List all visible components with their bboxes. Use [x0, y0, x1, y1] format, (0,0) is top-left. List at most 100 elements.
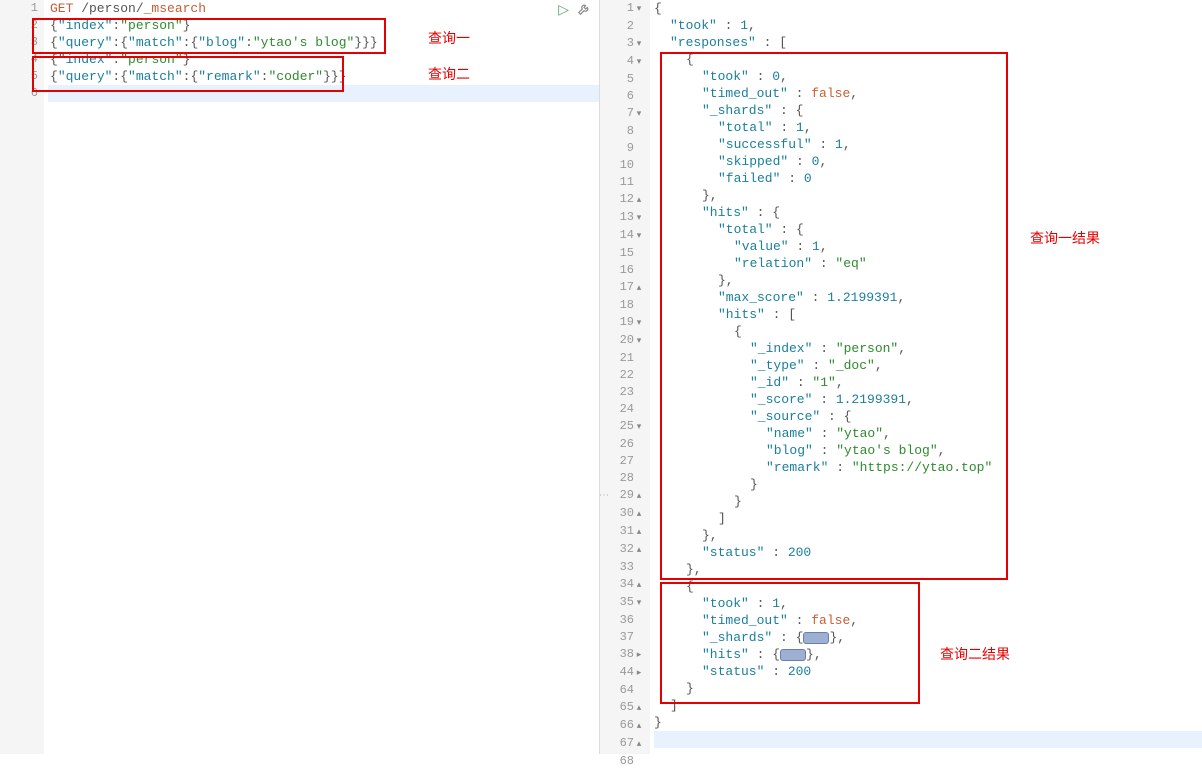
code-line[interactable]: },	[654, 527, 1202, 544]
code-line[interactable]: "took" : 0,	[654, 68, 1202, 85]
line-number: 28	[600, 470, 644, 487]
line-number: 6	[0, 85, 38, 102]
code-line[interactable]: }	[654, 680, 1202, 697]
code-line[interactable]: "_shards" : {	[654, 102, 1202, 119]
code-line[interactable]: "successful" : 1,	[654, 136, 1202, 153]
code-line[interactable]: "took" : 1,	[654, 595, 1202, 612]
code-line[interactable]: "status" : 200	[654, 663, 1202, 680]
code-line[interactable]: "hits" : {},	[654, 646, 1202, 663]
request-code-area[interactable]: GET /person/_msearch{"index":"person"}{"…	[44, 0, 599, 754]
code-line[interactable]: {	[654, 0, 1202, 17]
pane-divider-dots-icon[interactable]: ⋮	[597, 490, 608, 500]
line-number: 2	[0, 17, 38, 34]
line-number: 67▴	[600, 735, 644, 753]
fold-toggle-icon[interactable]: ▴	[634, 524, 644, 541]
code-line[interactable]: "_index" : "person",	[654, 340, 1202, 357]
response-editor-pane: ⋮ 1▾23▾4▾567▾89101112▴13▾14▾151617▴1819▾…	[600, 0, 1202, 754]
code-line[interactable]: "took" : 1,	[654, 17, 1202, 34]
code-line[interactable]: {"query":{"match":{"remark":"coder"}}}	[48, 68, 599, 85]
request-editor-pane: ▷ 123456 GET /person/_msearch{"index":"p…	[0, 0, 600, 754]
line-number: 24	[600, 401, 644, 418]
fold-toggle-icon[interactable]: ▾	[634, 36, 644, 53]
line-number: 66▴	[600, 717, 644, 735]
line-number: 1▾	[600, 0, 644, 18]
code-line[interactable]: {"index":"person"}	[48, 51, 599, 68]
fold-toggle-icon[interactable]: ▴	[634, 736, 644, 753]
fold-toggle-icon[interactable]: ▴	[634, 488, 644, 505]
fold-toggle-icon[interactable]: ▾	[634, 595, 644, 612]
line-number: 20▾	[600, 332, 644, 350]
response-code-area[interactable]: {"took" : 1,"responses" : [{"took" : 0,"…	[650, 0, 1202, 754]
line-number: 8	[600, 123, 644, 140]
fold-toggle-icon[interactable]: ▸	[634, 647, 644, 664]
collapsed-indicator-icon[interactable]	[780, 649, 806, 661]
code-line[interactable]: "_shards" : {},	[654, 629, 1202, 646]
code-line[interactable]: "blog" : "ytao's blog",	[654, 442, 1202, 459]
fold-toggle-icon[interactable]: ▴	[634, 506, 644, 523]
code-line[interactable]: },	[654, 272, 1202, 289]
annotation-label-query1: 查询一	[428, 28, 470, 48]
code-line[interactable]: "name" : "ytao",	[654, 425, 1202, 442]
line-number: 21	[600, 350, 644, 367]
fold-toggle-icon[interactable]: ▾	[634, 106, 644, 123]
annotation-label-result1: 查询一结果	[1030, 228, 1100, 248]
code-line[interactable]	[654, 731, 1202, 748]
collapsed-indicator-icon[interactable]	[803, 632, 829, 644]
code-line[interactable]: }	[654, 493, 1202, 510]
code-line[interactable]: "failed" : 0	[654, 170, 1202, 187]
code-line[interactable]: },	[654, 187, 1202, 204]
fold-toggle-icon[interactable]: ▴	[634, 577, 644, 594]
line-number: 11	[600, 174, 644, 191]
code-line[interactable]: "_type" : "_doc",	[654, 357, 1202, 374]
code-line[interactable]	[48, 85, 599, 102]
line-number: 4	[0, 51, 38, 68]
fold-toggle-icon[interactable]: ▾	[634, 315, 644, 332]
line-number: 14▾	[600, 227, 644, 245]
code-line[interactable]: ]	[654, 510, 1202, 527]
code-line[interactable]: "_source" : {	[654, 408, 1202, 425]
fold-toggle-icon[interactable]: ▾	[634, 210, 644, 227]
line-number: 31▴	[600, 523, 644, 541]
line-number: 26	[600, 436, 644, 453]
code-line[interactable]: "hits" : {	[654, 204, 1202, 221]
code-line[interactable]: "remark" : "https://ytao.top"	[654, 459, 1202, 476]
code-line[interactable]: "responses" : [	[654, 34, 1202, 51]
code-line[interactable]: {	[654, 51, 1202, 68]
code-line[interactable]: {"query":{"match":{"blog":"ytao's blog"}…	[48, 34, 599, 51]
fold-toggle-icon[interactable]: ▸	[634, 665, 644, 682]
fold-toggle-icon[interactable]: ▴	[634, 280, 644, 297]
code-line[interactable]: }	[654, 714, 1202, 731]
code-line[interactable]: {	[654, 578, 1202, 595]
code-line[interactable]: "total" : 1,	[654, 119, 1202, 136]
code-line[interactable]: "_score" : 1.2199391,	[654, 391, 1202, 408]
code-line[interactable]: "relation" : "eq"	[654, 255, 1202, 272]
code-line[interactable]: },	[654, 561, 1202, 578]
annotation-label-query2: 查询二	[428, 64, 470, 84]
fold-toggle-icon[interactable]: ▴	[634, 700, 644, 717]
code-line[interactable]: "max_score" : 1.2199391,	[654, 289, 1202, 306]
code-line[interactable]: "skipped" : 0,	[654, 153, 1202, 170]
code-line[interactable]: "value" : 1,	[654, 238, 1202, 255]
code-line[interactable]: "timed_out" : false,	[654, 85, 1202, 102]
code-line[interactable]: "hits" : [	[654, 306, 1202, 323]
fold-toggle-icon[interactable]: ▴	[634, 192, 644, 209]
code-line[interactable]: ]	[654, 697, 1202, 714]
fold-toggle-icon[interactable]: ▾	[634, 228, 644, 245]
line-number: 5	[600, 71, 644, 88]
line-number: 44▸	[600, 664, 644, 682]
fold-toggle-icon[interactable]: ▾	[634, 333, 644, 350]
code-line[interactable]: }	[654, 476, 1202, 493]
fold-toggle-icon[interactable]: ▴	[634, 718, 644, 735]
code-line[interactable]: {"index":"person"}	[48, 17, 599, 34]
code-line[interactable]: GET /person/_msearch	[48, 0, 599, 17]
code-line[interactable]: "timed_out" : false,	[654, 612, 1202, 629]
fold-toggle-icon[interactable]: ▾	[634, 419, 644, 436]
fold-toggle-icon[interactable]: ▴	[634, 542, 644, 559]
code-line[interactable]: "_id" : "1",	[654, 374, 1202, 391]
fold-toggle-icon[interactable]: ▾	[634, 1, 644, 18]
code-line[interactable]: "total" : {	[654, 221, 1202, 238]
line-number: 16	[600, 262, 644, 279]
code-line[interactable]: {	[654, 323, 1202, 340]
fold-toggle-icon[interactable]: ▾	[634, 54, 644, 71]
code-line[interactable]: "status" : 200	[654, 544, 1202, 561]
